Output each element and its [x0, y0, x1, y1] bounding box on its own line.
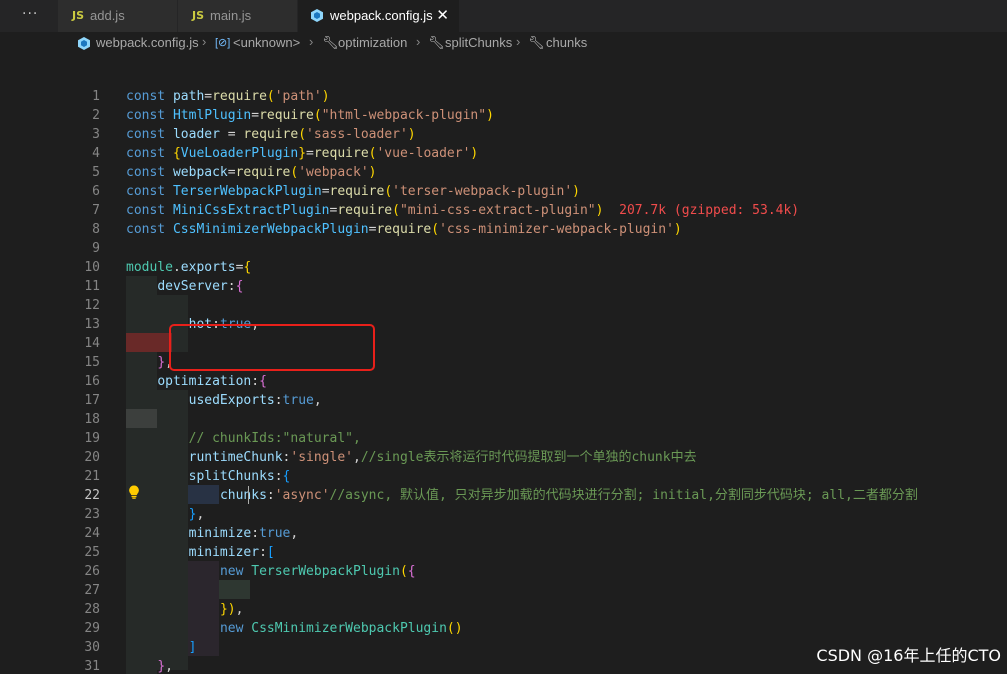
- line-number: 7: [92, 203, 100, 218]
- line-number: 16: [84, 374, 100, 389]
- line-number: 21: [84, 469, 100, 484]
- breadcrumb-file[interactable]: webpack.config.js: [96, 35, 199, 50]
- javascript-file-icon: JS: [72, 9, 85, 22]
- highlight-annotation-box: [169, 324, 375, 371]
- breadcrumb-item-optimization[interactable]: optimization: [338, 35, 407, 50]
- code-line[interactable]: runtimeChunk:'single',//single表示将运行时代码提取…: [126, 448, 697, 467]
- code-line[interactable]: const loader = require('sass-loader'): [126, 125, 416, 144]
- code-line[interactable]: devServer:{: [126, 277, 243, 296]
- tab-add-js[interactable]: JS add.js: [58, 0, 178, 32]
- tab-label: webpack.config.js: [330, 8, 433, 23]
- more-actions-icon[interactable]: ···: [22, 6, 38, 22]
- code-line[interactable]: splitChunks:{: [126, 467, 291, 486]
- line-number: 12: [84, 298, 100, 313]
- line-number: 11: [84, 279, 100, 294]
- line-number: 31: [84, 659, 100, 674]
- code-line[interactable]: usedExports:true,: [126, 391, 322, 410]
- line-number: 25: [84, 545, 100, 560]
- code-line[interactable]: const webpack=require('webpack'): [126, 163, 377, 182]
- line-number: 18: [84, 412, 100, 427]
- tab-webpack-config-js[interactable]: webpack.config.js ✕: [298, 0, 460, 32]
- tab-main-js[interactable]: JS main.js: [178, 0, 298, 32]
- code-line[interactable]: // chunkIds:"natural",: [126, 429, 361, 448]
- line-number: 27: [84, 583, 100, 598]
- code-line[interactable]: },: [126, 353, 173, 372]
- line-number: 8: [92, 222, 100, 237]
- line-number: 17: [84, 393, 100, 408]
- chevron-right-icon: ›: [309, 34, 314, 49]
- line-number: 6: [92, 184, 100, 199]
- line-number: 20: [84, 450, 100, 465]
- code-line[interactable]: const CssMinimizerWebpackPlugin=require(…: [126, 220, 682, 239]
- wrench-icon: 🔧︎: [528, 35, 545, 50]
- wrench-icon: 🔧︎: [428, 35, 445, 50]
- indent-guide: [219, 580, 250, 599]
- code-editor[interactable]: 1 2 3 4 5 6 7 8 9 10 11 12 13 14 15 16 17 18 19 20 21 22 23 24 2…: [0, 54, 1007, 674]
- line-number: 26: [84, 564, 100, 579]
- code-line[interactable]: const path=require('path'): [126, 87, 330, 106]
- line-number: 3: [92, 127, 100, 142]
- line-number: 15: [84, 355, 100, 370]
- code-line[interactable]: }),: [126, 600, 243, 619]
- webpack-cube-icon: [311, 9, 323, 22]
- line-number: 4: [92, 146, 100, 161]
- module-symbol-icon: [⊘]: [215, 37, 231, 49]
- tab-label: add.js: [90, 8, 125, 23]
- line-number: 2: [92, 108, 100, 123]
- code-line[interactable]: const HtmlPlugin=require("html-webpack-p…: [126, 106, 494, 125]
- code-line[interactable]: minimize:true,: [126, 524, 299, 543]
- line-number: 9: [92, 241, 100, 256]
- indent-guide: [126, 409, 157, 428]
- javascript-file-icon: JS: [192, 9, 205, 22]
- line-number: 10: [84, 260, 100, 275]
- watermark: CSDN @16年上任的CTO: [816, 646, 1001, 665]
- text-cursor: [248, 486, 249, 504]
- code-line[interactable]: ]: [126, 638, 197, 657]
- line-number: 14: [84, 336, 100, 351]
- breadcrumb: webpack.config.js › [⊘] <unknown> › 🔧︎ o…: [0, 32, 1007, 54]
- code-line[interactable]: minimizer:[: [126, 543, 275, 562]
- breadcrumb-item-splitchunks[interactable]: splitChunks: [445, 35, 512, 50]
- error-indent-marker: [126, 333, 172, 352]
- import-cost-label: 207.7k (gzipped: 53.4k): [619, 203, 800, 218]
- code-line[interactable]: },: [126, 657, 173, 674]
- line-number: 30: [84, 640, 100, 655]
- breadcrumb-item-chunks[interactable]: chunks: [546, 35, 587, 50]
- code-line[interactable]: const MiniCssExtractPlugin=require("mini…: [126, 201, 799, 220]
- line-number: 22: [84, 488, 100, 503]
- code-line[interactable]: new TerserWebpackPlugin({: [126, 562, 416, 581]
- code-line[interactable]: const {VueLoaderPlugin}=require('vue-loa…: [126, 144, 478, 163]
- lightbulb-icon[interactable]: [128, 485, 140, 499]
- line-number: 19: [84, 431, 100, 446]
- code-line[interactable]: const TerserWebpackPlugin=require('terse…: [126, 182, 580, 201]
- code-line[interactable]: },: [126, 505, 205, 524]
- chevron-right-icon: ›: [516, 34, 521, 49]
- close-tab-icon[interactable]: ✕: [436, 6, 449, 24]
- webpack-cube-icon: [78, 37, 90, 50]
- line-number: 29: [84, 621, 100, 636]
- line-number: 1: [92, 89, 100, 104]
- line-number: 28: [84, 602, 100, 617]
- wrench-icon: 🔧︎: [322, 35, 339, 50]
- code-line[interactable]: optimization:{: [126, 372, 267, 391]
- tab-label: main.js: [210, 8, 252, 23]
- chevron-right-icon: ›: [202, 34, 207, 49]
- line-number: 5: [92, 165, 100, 180]
- line-number: 24: [84, 526, 100, 541]
- line-number: 13: [84, 317, 100, 332]
- code-line[interactable]: new CssMinimizerWebpackPlugin(): [126, 619, 463, 638]
- breadcrumb-item-unknown[interactable]: <unknown>: [233, 35, 300, 50]
- code-line[interactable]: module.exports={: [126, 258, 251, 277]
- chevron-right-icon: ›: [416, 34, 421, 49]
- line-number: 23: [84, 507, 100, 522]
- editor-tab-bar: ··· JS add.js JS main.js webpack.config.…: [0, 0, 1007, 32]
- code-line[interactable]: chunks:'async'//async, 默认值, 只对异步加载的代码块进行…: [126, 486, 918, 505]
